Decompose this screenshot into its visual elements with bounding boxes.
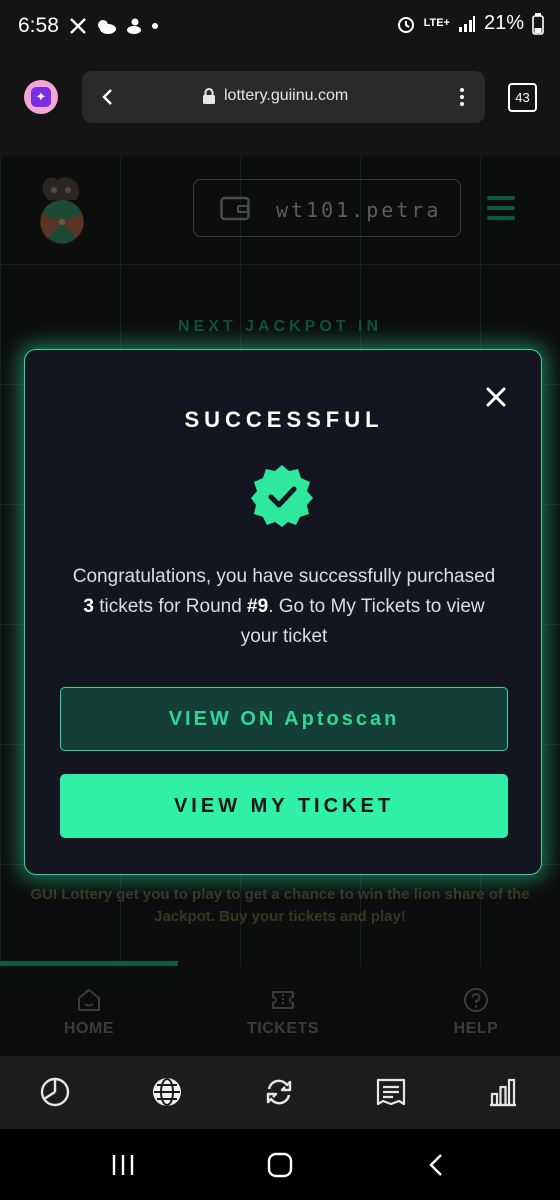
home-button-icon[interactable] bbox=[265, 1151, 295, 1179]
wallet-icon bbox=[220, 196, 250, 221]
lion-logo-icon[interactable] bbox=[36, 174, 88, 246]
alarm-icon bbox=[397, 16, 414, 33]
wallet-address: wt101.petra bbox=[276, 198, 442, 222]
help-icon bbox=[464, 988, 488, 1012]
site-bottom-nav: HOME TICKETS HELP bbox=[0, 966, 560, 1056]
refresh-icon[interactable] bbox=[263, 1076, 295, 1108]
status-bar: 6:58 LTE+ 21% bbox=[0, 0, 560, 52]
status-time: 6:58 bbox=[18, 14, 59, 37]
tab-switcher-button[interactable]: 43 bbox=[508, 83, 537, 112]
back-nav-icon[interactable] bbox=[422, 1151, 452, 1179]
status-notification-icons bbox=[69, 17, 159, 35]
x-icon bbox=[70, 18, 86, 34]
next-jackpot-label: NEXT JACKPOT IN bbox=[177, 318, 382, 335]
intro-text: GUI Lottery get you to play to get a cha… bbox=[30, 886, 530, 925]
battery-percent: 21% bbox=[483, 12, 524, 34]
nav-help-label: HELP bbox=[453, 1020, 499, 1037]
site-avatar[interactable]: ✦ bbox=[24, 80, 58, 114]
globe-icon[interactable] bbox=[151, 1076, 183, 1108]
home-icon bbox=[78, 989, 100, 1011]
duck-icon bbox=[126, 18, 141, 34]
news-icon[interactable] bbox=[375, 1076, 407, 1108]
more-menu-icon[interactable] bbox=[457, 83, 467, 111]
round-number: #9 bbox=[247, 596, 269, 617]
weather-icon bbox=[97, 20, 116, 34]
wallet-button[interactable]: wt101.petra bbox=[193, 179, 461, 237]
browser-bottom-toolbar bbox=[0, 1056, 560, 1129]
recent-apps-icon[interactable] bbox=[108, 1151, 138, 1179]
lock-icon bbox=[203, 88, 215, 104]
dot-icon bbox=[151, 23, 158, 29]
nav-home-label: HOME bbox=[64, 1020, 114, 1037]
battery-icon bbox=[532, 12, 544, 35]
verified-check-icon bbox=[251, 465, 313, 527]
back-icon[interactable] bbox=[94, 83, 122, 111]
address-bar[interactable]: lottery.guiinu.com bbox=[82, 71, 485, 123]
view-on-aptoscan-button[interactable]: VIEW ON Aptoscan bbox=[60, 687, 508, 751]
status-right: LTE+ 21% bbox=[396, 12, 544, 35]
sparkle-icon: ✦ bbox=[31, 87, 51, 107]
system-navigation-bar bbox=[0, 1129, 560, 1200]
nav-tickets-label: TICKETS bbox=[247, 1020, 319, 1037]
bar-chart-icon[interactable] bbox=[487, 1076, 519, 1108]
nav-tickets[interactable]: TICKETS bbox=[223, 986, 343, 1038]
nav-home[interactable]: HOME bbox=[29, 986, 149, 1038]
modal-title: SUCCESSFUL bbox=[184, 407, 384, 432]
network-type: LTE+ bbox=[423, 17, 450, 29]
message-part-2: tickets for Round bbox=[93, 596, 248, 617]
pie-chart-icon[interactable] bbox=[39, 1076, 71, 1108]
success-modal: SUCCESSFUL Congratulations, you have suc… bbox=[24, 349, 542, 875]
message-part-1: Congratulations, you have successfully p… bbox=[72, 566, 496, 587]
ticket-count: 3 bbox=[83, 596, 94, 617]
message-part-3: . Go to My Tickets to view your ticket bbox=[240, 596, 485, 647]
ticket-icon bbox=[272, 991, 294, 1009]
close-icon[interactable] bbox=[484, 385, 508, 409]
signal-icon bbox=[458, 15, 475, 32]
menu-hamburger-icon[interactable] bbox=[487, 196, 515, 220]
nav-help[interactable]: HELP bbox=[416, 986, 536, 1038]
view-my-ticket-button[interactable]: VIEW MY TICKET bbox=[60, 774, 508, 838]
success-message: Congratulations, you have successfully p… bbox=[65, 562, 503, 652]
url-text: lottery.guiinu.com bbox=[224, 87, 349, 104]
